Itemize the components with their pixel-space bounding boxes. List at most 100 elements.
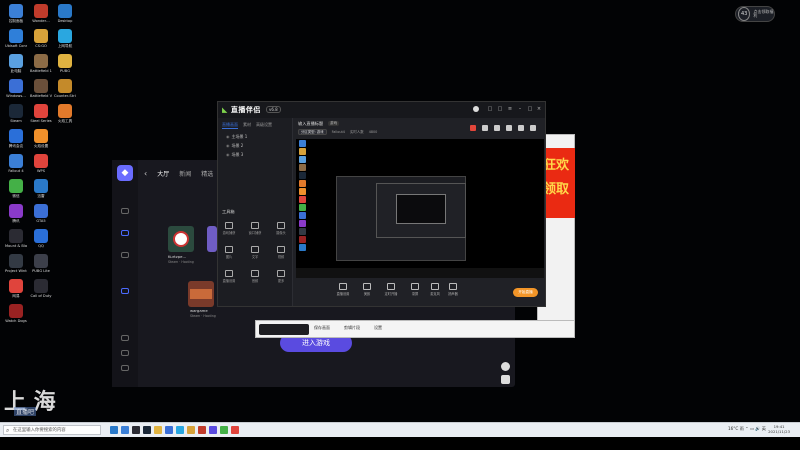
desktop-icon[interactable]: 微信 (5, 179, 27, 198)
menu-icon[interactable]: ≡ (507, 106, 513, 112)
desktop-icon[interactable]: Counter-Strike (54, 79, 76, 98)
tab-featured[interactable]: 精选 (201, 169, 213, 178)
grid-icon[interactable] (482, 125, 488, 131)
minimize-icon[interactable]: – (517, 106, 523, 112)
desktop-icon[interactable]: Desktop (54, 4, 76, 23)
box-icon[interactable] (506, 125, 512, 131)
desktop-icon[interactable]: 控制面板 (5, 4, 27, 23)
taskbar-app-icon[interactable] (187, 426, 195, 434)
desktop-icon[interactable]: Battlefield 1 (30, 54, 52, 73)
back-icon[interactable]: ‹ (144, 169, 147, 178)
wifi-icon[interactable] (121, 252, 129, 258)
control-schedule[interactable]: 定时开播 (382, 283, 400, 296)
desktop-icon[interactable]: Call of Duty (30, 279, 52, 298)
taskbar-app-icon[interactable] (176, 426, 184, 434)
settings-icon[interactable] (121, 350, 129, 356)
promo-banner[interactable]: 狂欢 领取 (541, 148, 575, 218)
tab-advanced[interactable]: 高级设置 (256, 122, 272, 129)
scene-item[interactable]: ◉ 场景 2 (226, 143, 243, 149)
desktop-icon[interactable]: PUBG (54, 54, 76, 73)
control-settings[interactable]: 直播设置 (334, 283, 352, 296)
control-record[interactable]: 录屏 (406, 283, 424, 296)
maximize-icon[interactable]: □ (527, 106, 533, 112)
home-icon[interactable] (121, 208, 129, 214)
taskbar-app-icon[interactable] (220, 426, 228, 434)
desktop-icon[interactable]: Ubisoft Connect (5, 29, 27, 48)
taskbar-app-icon[interactable] (165, 426, 173, 434)
avatar[interactable] (473, 106, 479, 112)
notification-icon[interactable]: □ (487, 106, 493, 112)
control-beauty[interactable]: 美颜 (358, 283, 376, 296)
eye-icon[interactable]: ◉ (226, 134, 230, 139)
desktop-icon[interactable]: Mount & Blade (5, 229, 27, 248)
share-icon[interactable] (530, 125, 536, 131)
desktop-icon[interactable]: 网易 (5, 279, 27, 298)
eye-icon[interactable]: ◉ (226, 152, 230, 157)
desktop-icon[interactable]: Steel Series (30, 104, 52, 123)
mini-controls[interactable] (259, 324, 309, 335)
tool-audio[interactable]: 音频 (246, 270, 264, 283)
mini-item[interactable]: 保存画面 (314, 325, 330, 331)
desktop-icon[interactable]: Fallout 4 (5, 154, 27, 173)
desktop-icon[interactable]: 火焰工具 (54, 104, 76, 123)
refresh-icon[interactable] (501, 362, 510, 371)
taskbar-app-icon[interactable] (209, 426, 217, 434)
desktop-icon[interactable]: GTA5 (30, 204, 52, 223)
desktop-icon[interactable]: Watch Dogs (5, 304, 27, 323)
user-icon[interactable] (121, 288, 129, 294)
control-mic[interactable]: 麦克风 (426, 283, 444, 296)
tab-lobby[interactable]: 大厅 (157, 169, 169, 178)
mini-item[interactable]: 剪辑片段 (344, 325, 360, 331)
desktop-icon[interactable]: CS:GO (30, 29, 52, 48)
tool-live-settings[interactable]: 直播设置 (220, 270, 238, 283)
tab-live-view[interactable]: 直播画面 (222, 122, 238, 129)
category-tag[interactable]: 游戏 (328, 121, 340, 126)
mini-item[interactable]: 设置 (374, 325, 382, 331)
tool-camera[interactable]: 摄像头 (272, 222, 290, 235)
desktop-icon[interactable]: Wonder… (30, 4, 52, 23)
shop-icon[interactable] (494, 125, 500, 131)
close-icon[interactable]: × (536, 106, 542, 112)
desktop-icon[interactable]: Steam (5, 104, 27, 123)
control-speaker[interactable]: 扬声器 (444, 283, 462, 296)
tab-material[interactable]: 素材 (243, 122, 251, 129)
taskbar-app-icon[interactable] (132, 426, 140, 434)
taskbar-clock[interactable]: 19:41 2021/11/23 (768, 424, 790, 434)
search-icon[interactable] (121, 335, 129, 341)
menu-icon[interactable] (121, 365, 129, 371)
tab-news[interactable]: 新闻 (179, 169, 191, 178)
scene-item[interactable]: ◉ 场景 3 (226, 152, 243, 158)
desktop-icon[interactable]: PUBG Lite (30, 254, 52, 273)
desktop-icon[interactable]: 上网导航 (54, 29, 76, 48)
tool-window-capture[interactable]: 窗口捕获 (246, 222, 264, 235)
desktop-icon[interactable]: Battlefield V (30, 79, 52, 98)
taskbar-app-icon[interactable] (143, 426, 151, 434)
games-icon[interactable] (121, 230, 129, 236)
taskbar-app-icon[interactable] (121, 426, 129, 434)
floating-widget[interactable]: 43 点击领取福利 (735, 6, 775, 22)
live-title-input[interactable]: 输入直播标题 (298, 121, 323, 127)
home-icon[interactable] (518, 125, 524, 131)
desktop-icon[interactable]: QQ (30, 229, 52, 248)
gift-icon[interactable] (470, 125, 476, 131)
taskbar-app-icon[interactable] (110, 426, 118, 434)
taskbar-app-icon[interactable] (231, 426, 239, 434)
tool-text[interactable]: 文字 (246, 246, 264, 259)
desktop-icon[interactable]: 腾讯会议 (5, 129, 27, 148)
game-card-1[interactable] (168, 226, 194, 252)
desktop-icon[interactable]: Windows… (5, 79, 27, 98)
desktop-icon[interactable]: 火焰设置 (30, 129, 52, 148)
live-preview[interactable] (296, 139, 544, 278)
desktop-icon[interactable]: 此电脑 (5, 54, 27, 73)
category-chip[interactable]: 分区类型: 游戏 (298, 129, 327, 135)
system-tray[interactable]: 16°C 雨 ⌃ ▭ 🔊 英 (728, 426, 766, 432)
tool-video[interactable]: 视频 (272, 246, 290, 259)
desktop-icon[interactable]: 迅雷 (30, 179, 52, 198)
scene-item[interactable]: ◉ 主场景 1 (226, 134, 247, 140)
desktop-icon[interactable]: 腾讯 (5, 204, 27, 223)
taskbar-app-icon[interactable] (198, 426, 206, 434)
eye-icon[interactable]: ◉ (226, 143, 230, 148)
start-live-button[interactable]: 开始直播 (513, 288, 538, 297)
tool-image[interactable]: 图片 (220, 246, 238, 259)
desktop-icon[interactable]: Project Winter (5, 254, 27, 273)
